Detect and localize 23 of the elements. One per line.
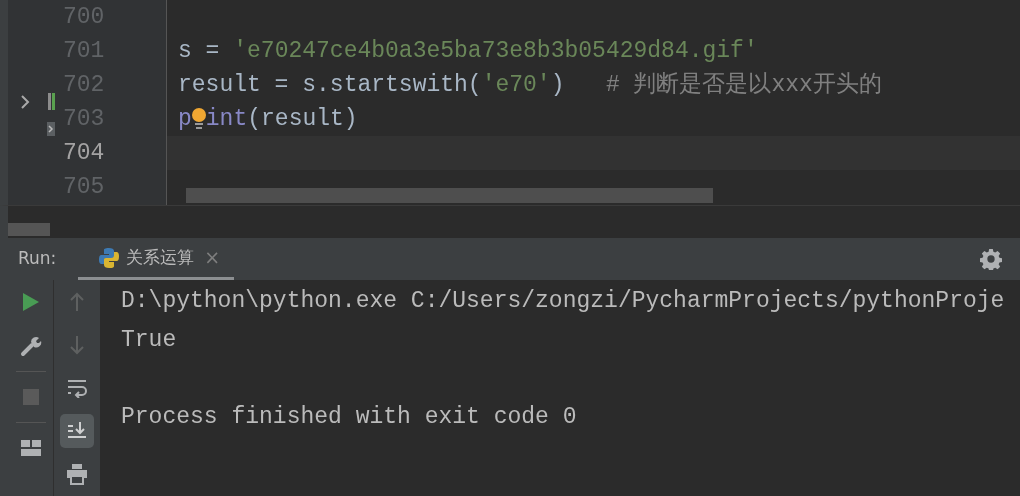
code-text: result = s.startswith('e70') # 判断是否是以xxx开头的 — [178, 72, 882, 98]
console-line: D:\python\python.exe C:/Users/zongzi/PycharmProjects/pythonProje — [121, 288, 1005, 314]
print-icon[interactable] — [66, 463, 88, 486]
code-text: s = 'e70247ce4b0a3e5ba73e8b3b05429d84.gif' — [178, 38, 758, 64]
run-marker-icon[interactable] — [47, 122, 55, 136]
layout-icon[interactable] — [20, 440, 41, 456]
run-label: Run: — [18, 247, 57, 271]
scroll-to-end-button[interactable] — [60, 414, 94, 449]
code-text: int(result) — [205, 106, 358, 132]
code-text: p — [178, 106, 192, 132]
line-number: 704 — [63, 140, 105, 166]
scrollbar[interactable] — [8, 223, 50, 236]
soft-wrap-icon[interactable] — [67, 378, 87, 398]
run-icon[interactable] — [21, 292, 40, 312]
settings-icon[interactable] — [980, 248, 1002, 270]
wrench-icon[interactable] — [19, 335, 42, 357]
lightbulb-icon[interactable] — [191, 107, 206, 130]
horizontal-scrollbar[interactable] — [186, 188, 713, 203]
tab-title: 关系运算 — [126, 245, 195, 269]
console-line: True — [121, 326, 177, 353]
console-line: Process finished with exit code 0 — [121, 403, 577, 430]
change-marker-icon — [48, 93, 55, 110]
python-icon — [98, 246, 121, 269]
